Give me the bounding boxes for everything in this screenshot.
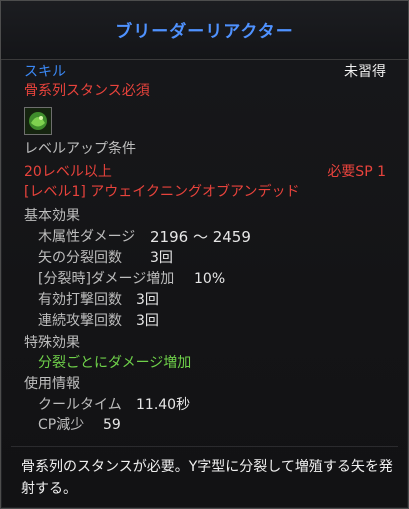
special-effect-text: 分裂ごとにダメージ増加 xyxy=(38,355,192,371)
level-requirement: 20レベル以上 xyxy=(24,164,112,180)
effect-row: 連続攻撃回数 xyxy=(38,312,122,330)
effect-row: 木属性ダメージ xyxy=(38,228,135,246)
prerequisite-skill: [レベル1] アウェイクニングオブアンデッド xyxy=(24,184,300,200)
levelup-condition-label: レベルアップ条件 xyxy=(24,141,136,157)
effect-label: [分裂時]ダメージ増加 xyxy=(38,271,175,287)
skill-description: 骨系列のスタンスが必要。Y字型に分裂して増殖する矢を発射する。 xyxy=(21,459,393,497)
effect-label: 矢の分裂回数 xyxy=(38,250,122,266)
cp-cost-value: 59 xyxy=(103,417,121,433)
green-skill-icon xyxy=(24,107,52,135)
basic-effects-label: 基本効果 xyxy=(24,208,80,224)
effect-value: 3回 xyxy=(150,250,173,266)
effect-row: [分裂時]ダメージ増加 xyxy=(38,270,174,288)
effect-value: 3回 xyxy=(136,292,159,308)
effect-value: 3回 xyxy=(136,313,159,329)
learn-status: 未習得 xyxy=(344,64,386,80)
cooldown-label: クールタイム xyxy=(38,397,122,413)
effect-value: 10% xyxy=(194,271,226,287)
tooltip-header: ブリーダーリアクター xyxy=(1,1,408,60)
cooldown-value: 11.40秒 xyxy=(136,397,191,413)
effect-row: 矢の分裂回数 xyxy=(38,249,122,267)
sp-requirement: 必要SP 1 xyxy=(327,164,386,180)
divider xyxy=(11,446,398,447)
stance-requirement: 骨系列スタンス必須 xyxy=(24,83,150,99)
special-effects-label: 特殊効果 xyxy=(24,335,80,351)
effect-label: 有効打撃回数 xyxy=(38,292,122,308)
skill-tooltip: ブリーダーリアクター スキル 未習得 骨系列スタンス必須 レベルアップ条件 20… xyxy=(0,0,409,509)
skill-category: スキル xyxy=(24,64,66,80)
effect-value: 2196 ～ 2459 xyxy=(150,228,251,246)
skill-title: ブリーダーリアクター xyxy=(115,22,294,42)
effect-row: 有効打撃回数 xyxy=(38,291,122,309)
usage-info-label: 使用情報 xyxy=(24,376,80,392)
effect-label: 連続攻撃回数 xyxy=(38,313,122,329)
cp-cost-label: CP減少 xyxy=(38,417,85,433)
effect-label: 木属性ダメージ xyxy=(38,229,136,245)
